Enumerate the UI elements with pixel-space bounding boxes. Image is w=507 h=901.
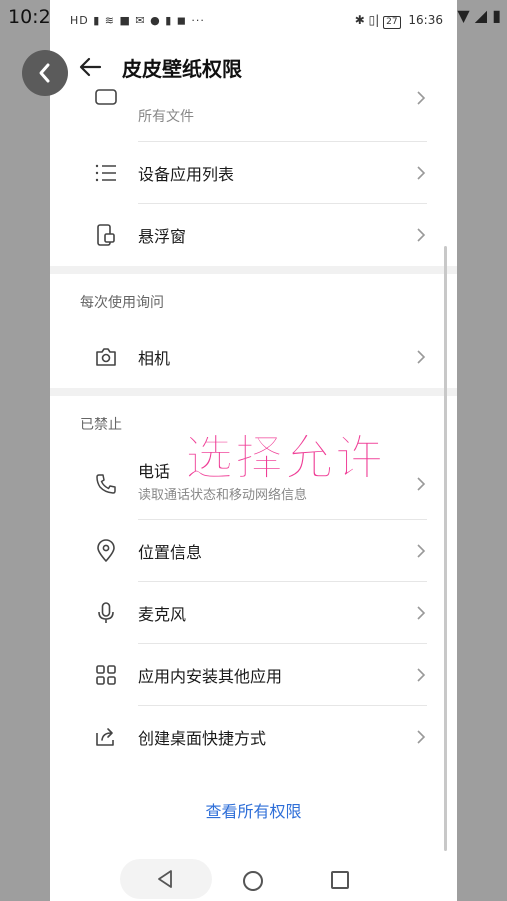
page-title: 皮皮壁纸权限 <box>122 57 242 81</box>
back-arrow-icon[interactable] <box>76 52 106 82</box>
section-title-ask: 每次使用询问 <box>50 274 457 326</box>
chevron-right-icon <box>417 350 426 364</box>
permission-row-install-apps[interactable]: 应用内安装其他应用 <box>50 644 457 706</box>
permission-row-location[interactable]: 位置信息 <box>50 520 457 582</box>
share-shortcut-icon <box>96 728 114 746</box>
section-title-text: 已禁止 <box>80 417 122 433</box>
chevron-right-icon <box>417 91 426 105</box>
nav-home-button[interactable] <box>243 871 263 891</box>
permission-sub: 所有文件 <box>138 109 194 125</box>
view-all-permissions-link[interactable]: 查看所有权限 <box>50 798 457 822</box>
permission-label: 创建桌面快捷方式 <box>138 729 267 748</box>
chevron-left-icon <box>39 63 50 83</box>
inner-status-bar: HD ▮ ≋ ■ ✉ ● ▮ ◼ ··· ✱ ▯| 27 16:36 <box>50 0 457 38</box>
battery-icon: 27 <box>383 16 401 29</box>
permission-row-microphone[interactable]: 麦克风 <box>50 582 457 644</box>
permission-row-camera[interactable]: 相机 <box>50 326 457 388</box>
permission-label: 位置信息 <box>138 543 203 562</box>
permission-label: 应用内安装其他应用 <box>138 667 283 686</box>
chevron-right-icon <box>417 228 426 242</box>
chevron-right-icon <box>417 477 426 491</box>
camera-icon <box>96 348 116 366</box>
system-nav-bar <box>50 855 457 901</box>
notification-icons: HD ▮ ≋ ■ ✉ ● ▮ ◼ ··· <box>70 14 205 27</box>
chevron-right-icon <box>417 544 426 558</box>
permission-label: 电话 <box>138 462 171 481</box>
permission-row-create-shortcut[interactable]: 创建桌面快捷方式 <box>50 706 457 768</box>
nav-back-button[interactable] <box>120 859 212 899</box>
floating-window-icon <box>97 224 115 246</box>
bluetooth-vibrate-icon: ✱ ▯| <box>354 13 384 27</box>
triangle-back-icon <box>158 870 172 888</box>
scrollbar[interactable] <box>444 246 447 851</box>
permission-label: 悬浮窗 <box>138 227 187 246</box>
nav-recent-button[interactable] <box>331 871 349 889</box>
chevron-right-icon <box>417 166 426 180</box>
permission-row-all-files[interactable]: 所有文件 <box>50 89 457 142</box>
chevron-right-icon <box>417 606 426 620</box>
permission-label: 相机 <box>138 349 171 368</box>
section-title-text: 每次使用询问 <box>80 295 164 311</box>
location-pin-icon <box>97 539 115 562</box>
app-grid-icon <box>96 665 116 685</box>
inner-status-right: ✱ ▯| 27 16:36 <box>355 13 443 29</box>
overlay-annotation-text: 选择允许 <box>184 430 386 487</box>
permission-row-floating-window[interactable]: 悬浮窗 <box>50 204 457 266</box>
permission-label: 麦克风 <box>138 605 187 624</box>
section-gap <box>50 266 457 274</box>
folder-icon <box>95 89 117 105</box>
outer-status-icons: ▼ ◢ ▮ <box>457 6 501 25</box>
permission-label: 设备应用列表 <box>138 165 235 184</box>
inner-time: 16:36 <box>408 13 443 27</box>
section-gap <box>50 388 457 396</box>
permission-panel: HD ▮ ≋ ■ ✉ ● ▮ ◼ ··· ✱ ▯| 27 16:36 皮皮壁纸权… <box>50 0 457 901</box>
chevron-right-icon <box>417 668 426 682</box>
chevron-right-icon <box>417 730 426 744</box>
phone-icon <box>96 474 116 494</box>
permission-row-device-app-list[interactable]: 设备应用列表 <box>50 142 457 204</box>
list-icon <box>95 164 116 182</box>
microphone-icon <box>98 602 114 623</box>
floating-back-button[interactable] <box>22 50 68 96</box>
